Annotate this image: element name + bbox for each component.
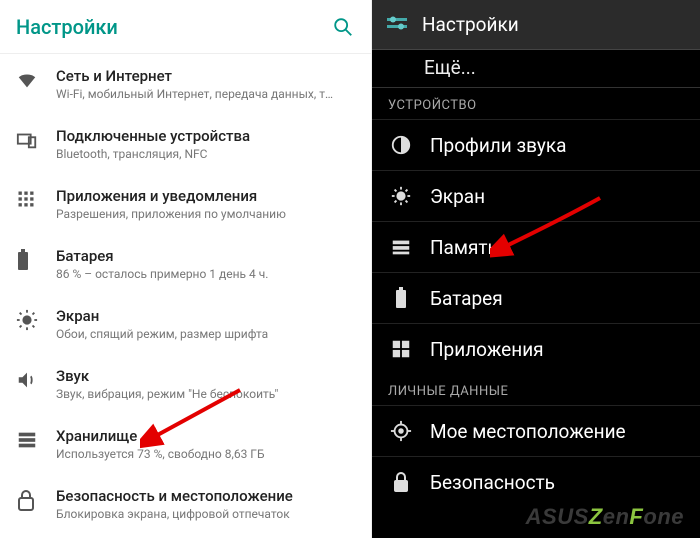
search-button[interactable] (331, 15, 355, 39)
page-title: Настройки (422, 13, 519, 36)
item-label: Хранилище (56, 427, 355, 445)
item-label: Приложения и уведомления (56, 187, 355, 205)
settings-list: Сеть и Интернет Wi-Fi, мобильный Интерне… (0, 54, 371, 534)
item-sound-profiles[interactable]: Профили звука (372, 119, 700, 170)
item-sub: Используется 73 %, свободно 8,63 ГБ (56, 447, 355, 461)
sidebar-item-battery[interactable]: Батарея 86 % – осталось примерно 1 день … (0, 234, 371, 294)
item-label: Память (430, 236, 498, 259)
item-location[interactable]: Мое местоположение (372, 405, 700, 456)
settings-light-panel: Настройки Сеть и Интернет Wi-Fi, мобильн… (0, 0, 372, 538)
storage-icon (16, 429, 38, 451)
wifi-icon (16, 69, 38, 91)
item-label: Экран (430, 185, 485, 208)
item-label: Мое местоположение (430, 420, 626, 443)
settings-icon (384, 12, 410, 38)
item-memory[interactable]: Память (372, 221, 700, 272)
item-sub: Звук, вибрация, режим "Не беспокоить" (56, 387, 355, 401)
item-sub: Обои, спящий режим, размер шрифта (56, 327, 355, 341)
item-security[interactable]: Безопасность (372, 456, 700, 507)
item-label: Безопасность (430, 471, 555, 494)
item-label: Батарея (430, 287, 503, 310)
item-sub: Wi-Fi, мобильный Интернет, передача данн… (56, 87, 355, 101)
sidebar-item-sound[interactable]: Звук Звук, вибрация, режим "Не беспокоит… (0, 354, 371, 414)
sidebar-item-connected-devices[interactable]: Подключенные устройства Bluetooth, транс… (0, 114, 371, 174)
battery-dark-icon (394, 287, 408, 309)
item-label: Сеть и Интернет (56, 67, 355, 85)
section-personal: ЛИЧНЫЕ ДАННЫЕ (372, 374, 700, 405)
display-icon (16, 309, 38, 331)
sidebar-item-storage[interactable]: Хранилище Используется 73 %, свободно 8,… (0, 414, 371, 474)
item-apps[interactable]: Приложения (372, 323, 700, 374)
item-sub: Разрешения, приложения по умолчанию (56, 207, 355, 221)
item-label: Безопасность и местоположение (56, 487, 355, 505)
item-sub: 86 % – осталось примерно 1 день 4 ч. (56, 267, 355, 281)
battery-icon (16, 249, 30, 271)
apps-icon (16, 189, 36, 209)
sidebar-item-security[interactable]: Безопасность и местоположение Блокировка… (0, 474, 371, 534)
more-button[interactable]: Ещё... (372, 50, 700, 88)
security-icon (16, 489, 36, 511)
sidebar-item-network[interactable]: Сеть и Интернет Wi-Fi, мобильный Интерне… (0, 54, 371, 114)
sound-profile-icon (390, 134, 412, 156)
item-label: Батарея (56, 247, 355, 265)
left-header: Настройки (0, 0, 371, 54)
apps-dark-icon (390, 338, 412, 360)
item-sub: Блокировка экрана, цифровой отпечаток (56, 507, 355, 521)
item-label: Приложения (430, 338, 544, 361)
linked-devices-icon (16, 129, 38, 151)
section-device: УСТРОЙСТВО (372, 88, 700, 119)
item-label: Звук (56, 367, 355, 385)
lock-icon (391, 471, 411, 493)
sidebar-item-apps[interactable]: Приложения и уведомления Разрешения, при… (0, 174, 371, 234)
sidebar-item-display[interactable]: Экран Обои, спящий режим, размер шрифта (0, 294, 371, 354)
item-label: Экран (56, 307, 355, 325)
item-label: Профили звука (430, 134, 566, 157)
brightness-icon (390, 185, 412, 207)
right-header: Настройки (372, 0, 700, 50)
item-sub: Bluetooth, трансляция, NFC (56, 147, 355, 161)
sound-icon (16, 369, 38, 391)
location-icon (390, 420, 412, 442)
item-label: Подключенные устройства (56, 127, 355, 145)
search-icon (332, 16, 354, 38)
page-title: Настройки (16, 15, 118, 39)
settings-dark-panel: Настройки Ещё... УСТРОЙСТВО Профили звук… (372, 0, 700, 538)
memory-icon (390, 236, 412, 258)
item-battery[interactable]: Батарея (372, 272, 700, 323)
item-display[interactable]: Экран (372, 170, 700, 221)
